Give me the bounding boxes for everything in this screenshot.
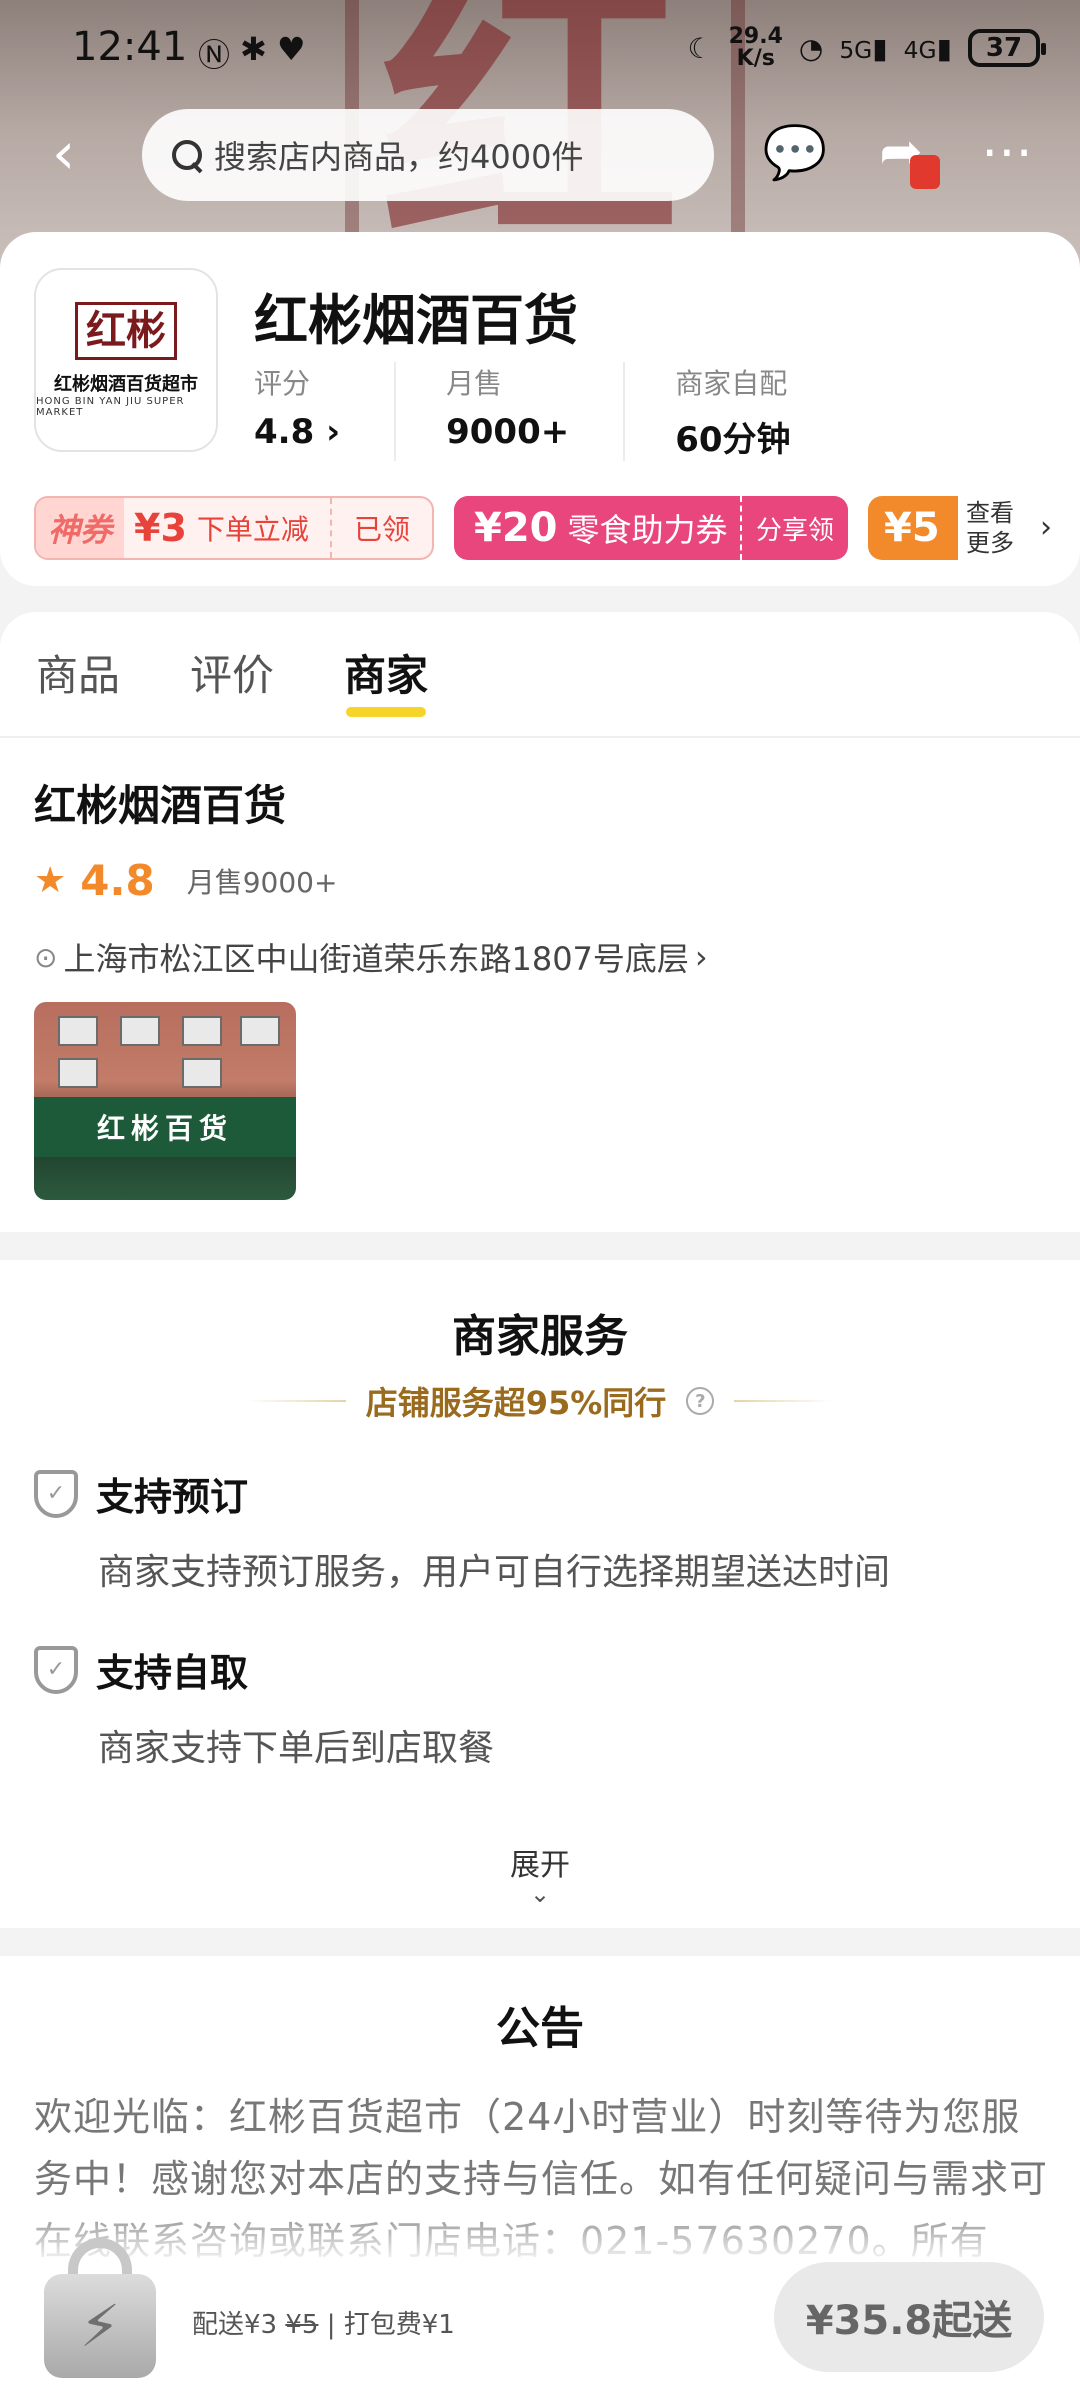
stat-monthly-sales: 月售 9000+ (446, 362, 626, 461)
signal-4g-icon: 4G▮ (903, 31, 952, 65)
delivery-fee-info: 配送¥3 ¥5 | 打包费¥1 (192, 2310, 455, 2340)
expand-button[interactable]: 展开 ⌄ (0, 1840, 1080, 1908)
logo-name: 红彬烟酒百货超市 (54, 374, 198, 395)
status-bar: 12:41 Ⓝ ✱ ♥ ☾ 29.4 K/s ◔ 5G▮ 4G▮ 37 (0, 0, 1080, 100)
coupon-divine-tag: 神券 (36, 498, 125, 558)
star-icon: ★ (34, 860, 67, 901)
nfc-icon: Ⓝ (198, 36, 231, 74)
shield-check-icon: ✓ (34, 1645, 78, 1694)
merchant-services: 商家服务 店铺服务超95%同行 ? ✓ 支持预订 商家支持预订服务，用户可自行选… (0, 1260, 1080, 1928)
chevron-right-icon: › (694, 938, 708, 976)
coupon-claimed-status: 已领 (329, 498, 432, 558)
coupon-divine[interactable]: 神券 ¥3 下单立减 已领 (34, 496, 434, 560)
service-item: ✓ 支持自取 商家支持下单后到店取餐 (34, 1642, 494, 1771)
store-card: 红彬 红彬烟酒百货超市 HONG BIN YAN JIU SUPER MARKE… (0, 232, 1080, 586)
merchant-address[interactable]: ⊙ 上海市松江区中山街道荣乐东路1807号底层 › (34, 934, 708, 980)
tab-bar: 商品 评价 商家 (36, 642, 428, 717)
store-title: 红彬烟酒百货 (254, 289, 578, 352)
services-title: 商家服务 (452, 1311, 628, 1362)
logo-mark: 红彬 (75, 302, 177, 360)
coupon-snack[interactable]: ¥20 零食助力券 分享领 (454, 496, 848, 560)
chevron-right-icon: › (1040, 510, 1052, 545)
merchant-rating: ★ 4.8 月售9000+ (34, 856, 338, 905)
search-placeholder: 搜索店内商品，约4000件 (214, 138, 584, 176)
location-pin-icon: ⊙ (34, 940, 58, 974)
status-time: 12:41 (72, 24, 188, 70)
chat-icon[interactable]: 💬 (762, 119, 828, 185)
service-item: ✓ 支持预订 商家支持预订服务，用户可自行选择期望送达时间 (34, 1466, 890, 1595)
tab-products[interactable]: 商品 (36, 642, 120, 703)
storefront-sign: 红彬百货 (34, 1097, 296, 1157)
storefront-photo[interactable]: 红彬百货 (34, 1002, 296, 1200)
cart-bar: ⚡ 配送¥3 ¥5 | 打包费¥1 ¥35.8起送 (0, 2220, 1080, 2400)
coupon-strip: 神券 ¥3 下单立减 已领 ¥20 零食助力券 分享领 ¥5 (34, 496, 1080, 560)
wifi-icon: ◔ (798, 31, 824, 65)
search-icon (170, 138, 204, 172)
help-icon[interactable]: ? (686, 1387, 715, 1415)
tab-merchant[interactable]: 商家 (344, 642, 428, 717)
divider (0, 736, 1080, 738)
signal-5g-icon: 5G▮ (839, 31, 888, 65)
back-button[interactable]: ‹ (52, 123, 108, 183)
minimum-order-button[interactable]: ¥35.8起送 (774, 2262, 1044, 2372)
merchant-name: 红彬烟酒百货 (34, 781, 287, 830)
tab-reviews[interactable]: 评价 (190, 642, 274, 703)
coupon-share-button[interactable]: 分享领 (739, 496, 848, 560)
share-icon[interactable]: ➦ (868, 119, 940, 189)
heart-rate-icon: ♥ (276, 30, 306, 68)
top-nav: ‹ 搜索店内商品，约4000件 💬 ➦ ⋯ (0, 105, 1080, 201)
store-logo: 红彬 红彬烟酒百货超市 HONG BIN YAN JIU SUPER MARKE… (34, 268, 218, 452)
do-not-disturb-icon: ☾ (687, 31, 713, 65)
coupon-partial[interactable]: ¥5 (868, 496, 958, 560)
store-stats: 评分 4.8 › 月售 9000+ 商家自配 60分钟 (254, 362, 895, 461)
more-icon[interactable]: ⋯ (974, 119, 1040, 185)
chevron-down-icon: ⌄ (529, 1880, 551, 1908)
stat-rating[interactable]: 评分 4.8 › (254, 362, 397, 461)
shield-check-icon: ✓ (34, 1469, 78, 1518)
merchant-panel: 商品 评价 商家 红彬烟酒百货 ★ 4.8 月售9000+ ⊙ 上海市松江区中山… (0, 612, 1080, 1232)
red-packet-icon (910, 155, 940, 189)
network-speed: 29.4 K/s (728, 24, 783, 71)
shopping-bag-icon[interactable]: ⚡ (44, 2238, 156, 2378)
announcement-title: 公告 (496, 2003, 584, 2054)
view-more-coupons[interactable]: 查看更多 › (966, 496, 1052, 560)
services-subtitle: 店铺服务超95%同行 ? (0, 1378, 1080, 1424)
bluetooth-icon: ✱ (240, 30, 267, 68)
search-bar[interactable]: 搜索店内商品，约4000件 (142, 109, 714, 201)
stat-delivery-time: 商家自配 60分钟 (675, 367, 791, 460)
logo-en: HONG BIN YAN JIU SUPER MARKET (36, 396, 185, 418)
battery-icon: 37 (968, 29, 1046, 67)
